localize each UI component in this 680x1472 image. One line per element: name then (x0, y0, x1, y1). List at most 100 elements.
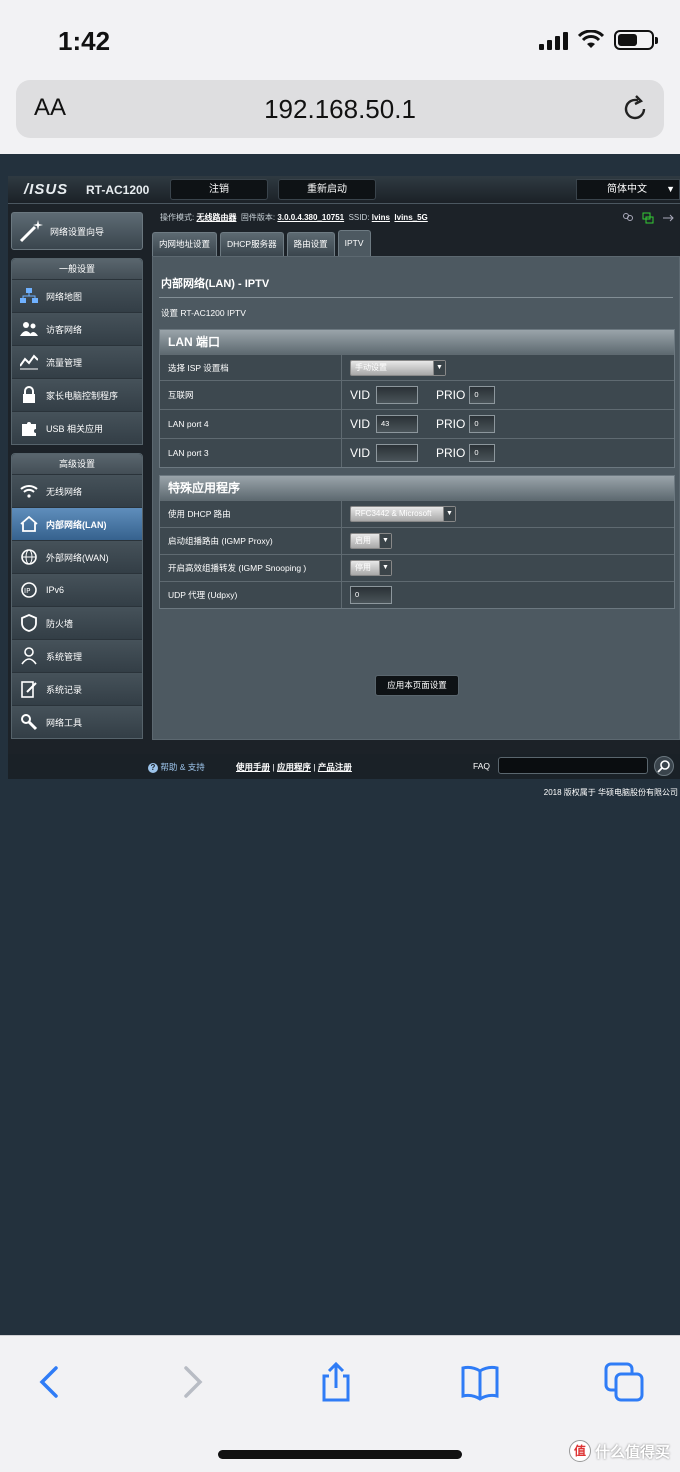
main-pane: 操作模式: 无线路由器 固件版本: 3.0.0.4.380_10751 SSID… (152, 206, 680, 740)
search-button[interactable] (654, 756, 674, 776)
globe-icon (20, 548, 38, 566)
usb-status-icon[interactable] (662, 212, 674, 224)
router-page: /ISUS RT-AC1200 注销 重新启动 简体中文 ▼ 网络设置向导 一般设… (8, 176, 680, 779)
help-support-link[interactable]: ? 帮助 & 支持 (148, 761, 205, 773)
vid-input[interactable]: 43 (376, 415, 419, 433)
back-icon[interactable] (30, 1362, 70, 1402)
igmp-snooping-label: 开启高效组播转发 (IGMP Snooping ) (160, 555, 342, 581)
port-row-lan4: LAN port 4 VID 43 PRIO 0 (160, 409, 674, 438)
vid-label: VID (350, 388, 371, 402)
prio-input[interactable]: 0 (469, 415, 496, 433)
sidebar-item-network-tools[interactable]: 网络工具 (12, 705, 142, 738)
sidebar-item-traffic[interactable]: 流量管理 (12, 345, 142, 378)
address-bar[interactable]: AA 192.168.50.1 (16, 80, 664, 138)
network-wizard-button[interactable]: 网络设置向导 (11, 212, 143, 250)
tabs-icon[interactable] (604, 1362, 644, 1402)
register-link[interactable]: 产品注册 (318, 762, 352, 772)
ipv6-icon: IP (20, 581, 38, 599)
guest-status-icon[interactable] (622, 212, 634, 224)
sidebar-item-parental[interactable]: 家长电脑控制程序 (12, 378, 142, 411)
tab-lan-ip[interactable]: 内网地址设置 (152, 232, 218, 256)
url-text[interactable]: 192.168.50.1 (16, 94, 664, 125)
help-icon: ? (148, 763, 158, 773)
sidebar-item-label: IPv6 (46, 585, 65, 595)
faq-search-input[interactable] (498, 757, 648, 774)
apps-link[interactable]: 应用程序 (277, 762, 311, 772)
wizard-label: 网络设置向导 (50, 226, 105, 237)
op-mode-link[interactable]: 无线路由器 (196, 213, 236, 222)
dropdown-arrow-icon: ▼ (443, 507, 455, 521)
guest-users-icon (20, 320, 38, 338)
lock-icon (20, 386, 38, 404)
sidebar-item-admin[interactable]: 系统管理 (12, 639, 142, 672)
language-select[interactable]: 简体中文 ▼ (576, 179, 680, 200)
isp-profile-select[interactable]: 手动设置 ▼ (350, 359, 446, 376)
special-apps-section: 特殊应用程序 使用 DHCP 路由 RFC3442 & Microsoft ▼ 启… (159, 475, 675, 609)
iptv-content: 内部网络(LAN) - IPTV 设置 RT-AC1200 IPTV LAN 端… (152, 256, 680, 740)
sidebar-item-ipv6[interactable]: IP IPv6 (12, 573, 142, 606)
page-title: 内部网络(LAN) - IPTV (159, 265, 673, 298)
udpxy-input[interactable]: 0 (350, 586, 392, 604)
tab-iptv[interactable]: IPTV (337, 230, 371, 256)
isp-profile-value: 手动设置 (355, 362, 387, 372)
port-label: LAN port 4 (160, 410, 342, 438)
port-row-lan3: LAN port 3 VID PRIO 0 (160, 438, 674, 467)
tab-dhcp[interactable]: DHCP服务器 (220, 232, 284, 256)
copyright-text: 2018 版权属于 华硕电脑股份有限公司 (543, 788, 678, 797)
isp-profile-row: 选择 ISP 设置档 手动设置 ▼ (160, 354, 674, 380)
tab-route[interactable]: 路由设置 (286, 232, 335, 256)
faq-label: FAQ (473, 761, 491, 771)
prio-label: PRIO (436, 388, 466, 402)
firmware-link[interactable]: 3.0.0.4.380_10751 (277, 213, 344, 222)
vid-label: VID (350, 446, 371, 460)
apply-button[interactable]: 应用本页面设置 (375, 675, 459, 696)
sidebar-item-label: 内部网络(LAN) (46, 519, 107, 530)
dhcp-route-label: 使用 DHCP 路由 (160, 501, 342, 527)
ssid-link-24g[interactable]: lvins (372, 213, 390, 222)
dropdown-arrow-icon: ▼ (433, 360, 445, 375)
advanced-settings-group: 高级设置 无线网络 内部网络(LAN) 外部网络(WAN) IP IPv6 防火墙… (11, 453, 143, 739)
logout-button[interactable]: 注销 (170, 179, 268, 200)
reboot-button[interactable]: 重新启动 (278, 179, 376, 200)
sidebar-item-syslog[interactable]: 系统记录 (12, 672, 142, 705)
lan-port-section: LAN 端口 选择 ISP 设置档 手动设置 ▼ 互联网 VID PRIO 0 L… (159, 329, 675, 468)
magic-wand-icon (19, 220, 43, 243)
sidebar-item-network-map[interactable]: 网络地图 (12, 279, 142, 312)
wifi-icon (20, 482, 38, 500)
sidebar-item-wan[interactable]: 外部网络(WAN) (12, 540, 142, 573)
prio-input[interactable]: 0 (469, 444, 496, 462)
svg-text:IP: IP (24, 587, 30, 595)
network-status-icon[interactable] (642, 212, 654, 224)
vid-input[interactable] (376, 386, 419, 404)
forward-icon[interactable] (172, 1362, 212, 1402)
sidebar-item-guest-network[interactable]: 访客网络 (12, 312, 142, 345)
sidebar-item-wireless[interactable]: 无线网络 (12, 474, 142, 507)
bookmarks-icon[interactable] (460, 1362, 500, 1402)
share-icon[interactable] (316, 1362, 356, 1402)
port-row-internet: 互联网 VID PRIO 0 (160, 380, 674, 409)
igmp-proxy-row: 启动组播路由 (IGMP Proxy) 启用 ▼ (160, 527, 674, 554)
sidebar-item-label: 网络工具 (46, 717, 83, 728)
reload-icon[interactable] (620, 94, 650, 124)
ssid-label: SSID: (348, 213, 370, 222)
footer-links: 使用手册 | 应用程序 | 产品注册 (236, 762, 352, 772)
manual-link[interactable]: 使用手册 (236, 762, 270, 772)
ssid-link-5g[interactable]: lvins_5G (394, 213, 427, 222)
safari-toolbar: 值什么值得买 (0, 1335, 680, 1472)
sidebar-item-usb[interactable]: USB 相关应用 (12, 411, 142, 444)
igmp-proxy-label: 启动组播路由 (IGMP Proxy) (160, 528, 342, 554)
sidebar-item-label: 系统记录 (46, 684, 83, 695)
asus-logo: /ISUS (24, 181, 69, 198)
igmp-snooping-select[interactable]: 停用 ▼ (350, 560, 392, 576)
port-label: LAN port 3 (160, 439, 342, 467)
prio-input[interactable]: 0 (469, 386, 496, 404)
port-label: 互联网 (160, 381, 342, 409)
igmp-snooping-value: 停用 (355, 563, 371, 572)
sidebar-item-lan[interactable]: 内部网络(LAN) (12, 507, 142, 540)
igmp-proxy-select[interactable]: 启用 ▼ (350, 533, 392, 549)
watermark: 值什么值得买 (568, 1440, 670, 1462)
sidebar-item-firewall[interactable]: 防火墙 (12, 606, 142, 639)
udpxy-row: UDP 代理 (Udpxy) 0 (160, 581, 674, 608)
dhcp-route-select[interactable]: RFC3442 & Microsoft ▼ (350, 506, 456, 522)
vid-input[interactable] (376, 444, 419, 462)
